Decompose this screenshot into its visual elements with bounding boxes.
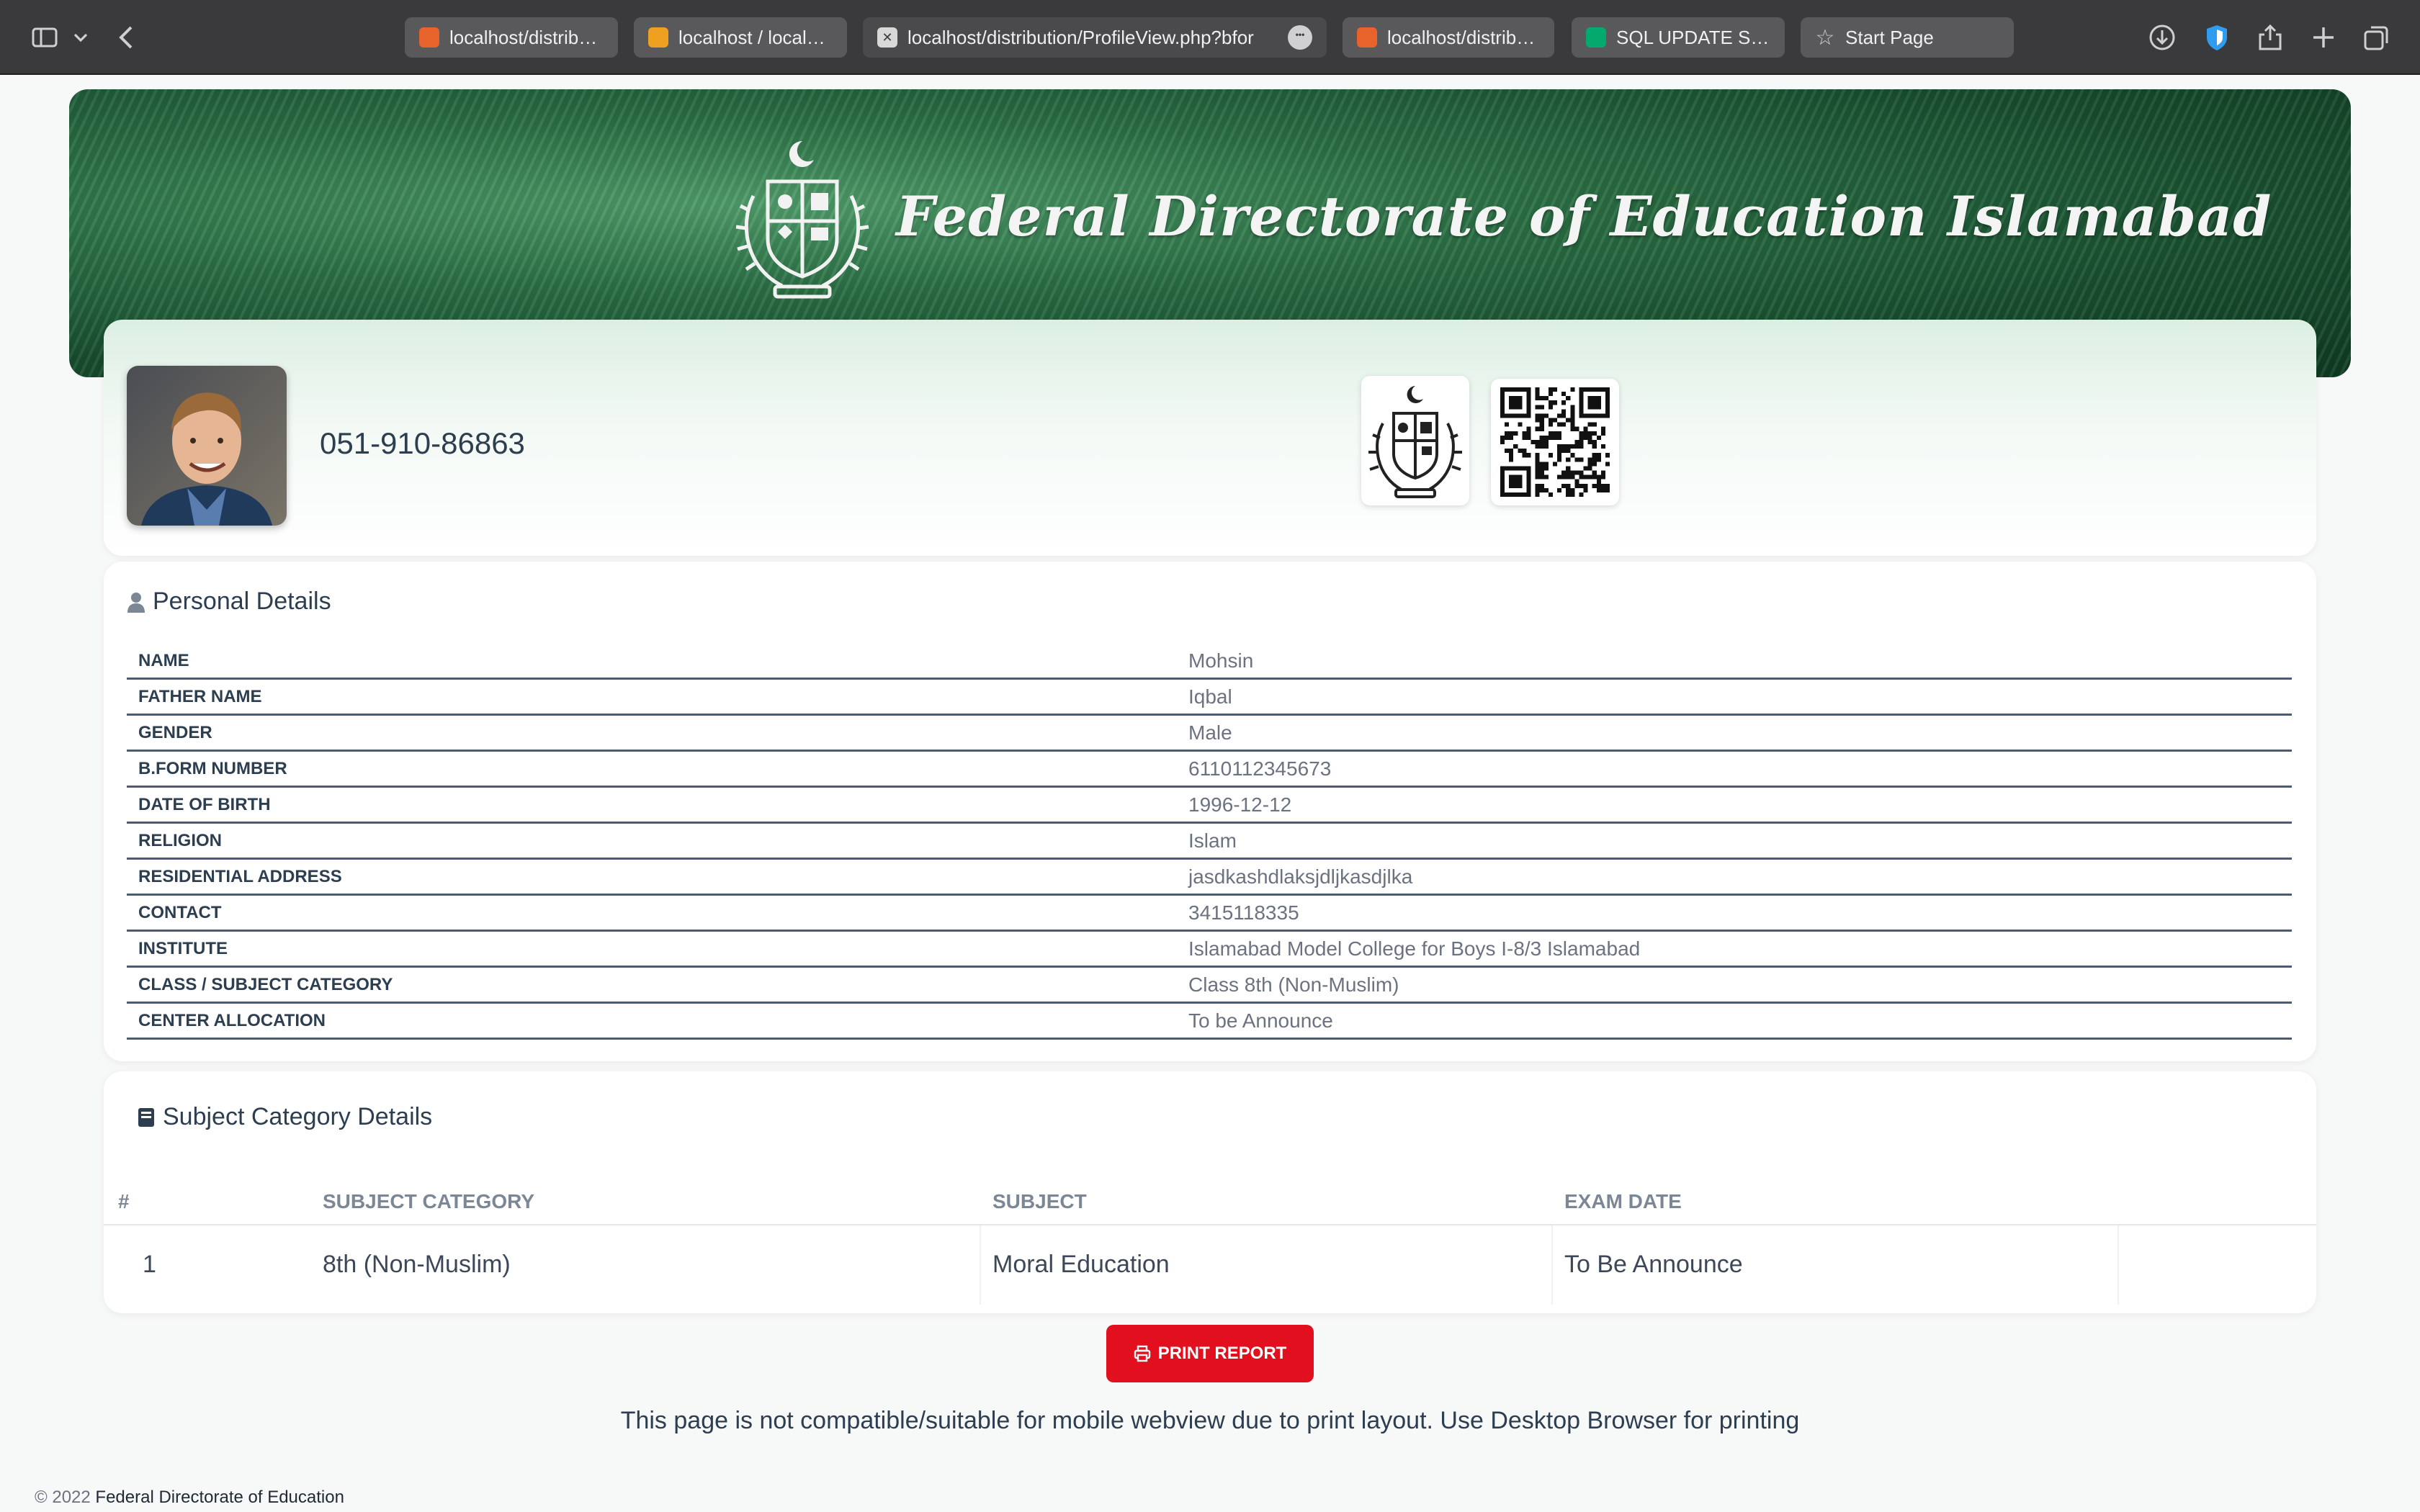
browser-tab[interactable]: localhost/distribu… bbox=[1343, 17, 1554, 58]
field-value: 1996-12-12 bbox=[1188, 793, 1292, 816]
field-value: 3415118335 bbox=[1188, 901, 1299, 924]
subject-details-card: Subject Category Details # SUBJECT CATEG… bbox=[104, 1071, 2316, 1313]
w3schools-icon bbox=[1586, 27, 1606, 48]
personal-details-card: Personal Details NAME Mohsin FATHER NAME Iq… bbox=[104, 562, 2316, 1061]
browser-tab-label: localhost/distribu… bbox=[449, 26, 604, 48]
subject-table-header: # SUBJECT CATEGORY SUBJECT EXAM DATE bbox=[104, 1178, 2316, 1225]
field-value: Islam bbox=[1188, 829, 1237, 852]
browser-tab-label: SQL UPDATE Stat… bbox=[1616, 26, 1770, 48]
print-report-label: PRINT REPORT bbox=[1157, 1344, 1287, 1363]
table-row: CONTACT 3415118335 bbox=[127, 896, 2292, 932]
browser-tab[interactable]: localhost / localh… bbox=[634, 17, 847, 58]
banner-title: Federal Directorate of Education Islamab… bbox=[896, 184, 2272, 248]
xampp-icon bbox=[1357, 27, 1377, 48]
field-label: FATHER NAME bbox=[138, 686, 262, 706]
field-label: B.FORM NUMBER bbox=[138, 758, 287, 778]
phpmyadmin-icon bbox=[648, 27, 668, 48]
state-emblem-icon bbox=[735, 140, 869, 299]
field-label: RESIDENTIAL ADDRESS bbox=[138, 866, 342, 886]
download-icon[interactable] bbox=[2146, 19, 2178, 56]
new-tab-icon[interactable] bbox=[2308, 19, 2339, 56]
personal-details-heading: Personal Details bbox=[127, 588, 331, 616]
column-header-subject: SUBJECT bbox=[992, 1190, 1087, 1212]
student-photo bbox=[127, 366, 287, 526]
back-icon[interactable] bbox=[109, 19, 144, 56]
field-value: To be Announce bbox=[1188, 1009, 1333, 1032]
print-report-button[interactable]: PRINT REPORT bbox=[1106, 1325, 1314, 1382]
field-label: CLASS / SUBJECT CATEGORY bbox=[138, 974, 393, 994]
field-value: Iqbal bbox=[1188, 685, 1232, 708]
field-label: INSTITUTE bbox=[138, 938, 228, 958]
browser-tab-label: Start Page bbox=[1845, 26, 1934, 48]
table-row: DATE OF BIRTH 1996-12-12 bbox=[127, 788, 2292, 824]
field-label: CONTACT bbox=[138, 902, 222, 922]
user-icon bbox=[127, 592, 145, 613]
printer-icon bbox=[1134, 1345, 1150, 1362]
row-subject: Moral Education bbox=[992, 1251, 1170, 1278]
field-value: Mohsin bbox=[1188, 649, 1254, 672]
profile-card: 051-910-86863 bbox=[104, 320, 2316, 556]
browser-tab[interactable]: SQL UPDATE Stat… bbox=[1572, 17, 1785, 58]
browser-tab[interactable]: localhost/distribu… bbox=[405, 17, 618, 58]
column-header-exam-date: EXAM DATE bbox=[1564, 1190, 1682, 1212]
tab-overview-icon[interactable] bbox=[2361, 19, 2393, 56]
table-row: INSTITUTE Islamabad Model College for Boy… bbox=[127, 932, 2292, 968]
field-label: NAME bbox=[138, 650, 189, 670]
table-row: CLASS / SUBJECT CATEGORY Class 8th (Non-M… bbox=[127, 968, 2292, 1004]
share-icon[interactable] bbox=[2254, 19, 2286, 56]
footer-org-link[interactable]: Federal Directorate of Education bbox=[95, 1488, 344, 1507]
browser-tab[interactable]: ☆ Start Page bbox=[1801, 17, 2014, 58]
personal-details-table: NAME Mohsin FATHER NAME Iqbal GENDER Male B.FO… bbox=[127, 644, 2292, 1040]
subject-details-heading: Subject Category Details bbox=[137, 1103, 432, 1131]
field-value: Male bbox=[1188, 721, 1232, 744]
footer-copyright: © 2022 bbox=[35, 1488, 91, 1507]
field-value: jasdkashdlaksjdljkasdjlka bbox=[1188, 865, 1413, 888]
table-row: GENDER Male bbox=[127, 716, 2292, 752]
xampp-icon bbox=[419, 27, 439, 48]
book-icon bbox=[138, 1107, 154, 1127]
field-label: RELIGION bbox=[138, 830, 223, 850]
table-row: B.FORM NUMBER 6110112345673 bbox=[127, 752, 2292, 788]
browser-tab-label: localhost/distribu… bbox=[1387, 26, 1540, 48]
row-number: 1 bbox=[143, 1251, 156, 1278]
field-label: GENDER bbox=[138, 722, 212, 742]
table-row: CENTER ALLOCATION To be Announce bbox=[127, 1004, 2292, 1040]
browser-tab-label: localhost/distribution/ProfileView.php?b… bbox=[908, 26, 1254, 48]
column-header-number: # bbox=[118, 1190, 130, 1212]
table-row: FATHER NAME Iqbal bbox=[127, 680, 2292, 716]
star-icon: ☆ bbox=[1815, 25, 1835, 50]
browser-tab-label: localhost / localh… bbox=[678, 26, 833, 48]
table-row: NAME Mohsin bbox=[127, 644, 2292, 680]
shield-icon[interactable] bbox=[2201, 19, 2233, 56]
subject-details-title: Subject Category Details bbox=[163, 1103, 433, 1130]
table-row: RELIGION Islam bbox=[127, 824, 2292, 860]
table-row: 1 8th (Non-Muslim) Moral Education To Be… bbox=[104, 1236, 2316, 1293]
tab-more-icon[interactable]: ••• bbox=[1288, 25, 1312, 50]
row-subject-category: 8th (Non-Muslim) bbox=[323, 1251, 511, 1278]
close-tab-icon: ✕ bbox=[877, 27, 897, 48]
browser-toolbar: localhost/distribu… localhost / localh… ✕ l… bbox=[0, 0, 2420, 75]
footer: © 2022 Federal Directorate of Education bbox=[35, 1488, 344, 1508]
field-label: DATE OF BIRTH bbox=[138, 794, 271, 814]
field-value: Islamabad Model College for Boys I-8/3 I… bbox=[1188, 937, 1641, 960]
table-row: RESIDENTIAL ADDRESS jasdkashdlaksjdljkasd… bbox=[127, 860, 2292, 896]
field-value: Class 8th (Non-Muslim) bbox=[1188, 973, 1399, 996]
state-emblem-icon bbox=[1361, 376, 1469, 505]
browser-tab[interactable]: ✕ localhost/distribution/ProfileView.php?… bbox=[863, 17, 1327, 58]
qr-code bbox=[1491, 379, 1619, 505]
column-header-subject-category: SUBJECT CATEGORY bbox=[323, 1190, 535, 1212]
roll-number: 051-910-86863 bbox=[320, 426, 525, 460]
personal-details-title: Personal Details bbox=[153, 588, 331, 615]
field-value: 6110112345673 bbox=[1188, 757, 1332, 780]
sidebar-toggle-icon[interactable] bbox=[26, 19, 63, 56]
field-label: CENTER ALLOCATION bbox=[138, 1010, 326, 1030]
print-notice: This page is not compatible/suitable for… bbox=[620, 1407, 1800, 1434]
chevron-down-icon[interactable] bbox=[69, 19, 92, 56]
row-exam-date: To Be Announce bbox=[1564, 1251, 1743, 1278]
